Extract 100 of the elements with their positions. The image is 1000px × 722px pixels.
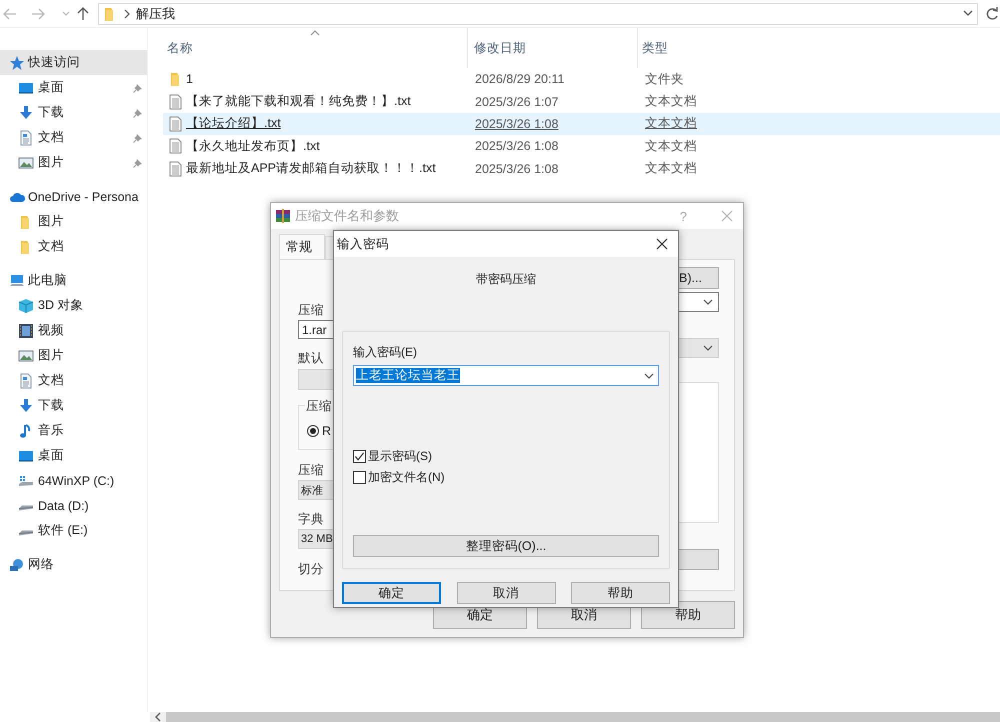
sidebar-item[interactable]: 音乐 (0, 418, 147, 443)
parameters-button[interactable] (677, 549, 719, 570)
sidebar-item[interactable]: 图片 (0, 209, 147, 234)
download-arrow-icon (18, 104, 34, 120)
sidebar-item[interactable]: 图片 (0, 343, 147, 368)
dialog-button[interactable]: 帮助 (641, 601, 735, 629)
chevron-down-icon (703, 345, 713, 351)
dialog-button[interactable]: 帮助 (571, 582, 670, 604)
file-type: 文本文档 (645, 93, 697, 110)
document-icon (18, 372, 34, 388)
scroll-left-icon[interactable] (154, 712, 162, 722)
dialog-button[interactable]: 确定 (342, 582, 441, 604)
checkbox-label[interactable]: 加密文件名(N) (368, 468, 445, 486)
dialog-heading: 带密码压缩 (475, 271, 537, 288)
file-name: 1 (186, 72, 193, 86)
address-bar[interactable]: 解压我 (98, 2, 978, 24)
radio-button[interactable] (307, 425, 319, 437)
sidebar-item[interactable]: 图片 (0, 150, 147, 175)
sidebar-item[interactable]: 此电脑 (0, 268, 147, 293)
sidebar-item[interactable]: 网络 (0, 552, 147, 577)
image-icon (18, 348, 34, 364)
sidebar-item[interactable]: Data (D:) (0, 493, 147, 518)
document-icon (18, 130, 34, 146)
text-file-icon (168, 94, 184, 110)
up-arrow-icon[interactable] (77, 6, 89, 20)
file-row[interactable]: 【永久地址发布页】.txt 2025/3/26 1:08 文本文档 (163, 135, 1000, 158)
close-icon[interactable] (656, 238, 668, 250)
window-title: 输入密码 (337, 236, 389, 252)
drive-icon (18, 530, 34, 536)
file-row[interactable]: 1 2026/8/29 20:11 文件夹 (163, 68, 1000, 90)
file-row[interactable]: 【论坛介绍】.txt 2025/3/26 1:08 文本文档 (163, 112, 1000, 136)
method-dropdown[interactable]: 标准 (298, 480, 334, 500)
modified-date: 2025/3/26 1:08 (475, 139, 558, 154)
drive-icon (18, 504, 34, 510)
sidebar-item[interactable]: 3D 对象 (0, 293, 147, 318)
column-header[interactable]: 类型 (638, 28, 668, 68)
field-label: 默认 (298, 351, 325, 365)
sidebar-item[interactable]: 桌面 (0, 443, 147, 468)
sidebar-item[interactable]: 视频 (0, 318, 147, 343)
file-type: 文件夹 (645, 70, 684, 88)
sidebar-item[interactable]: 下载 (0, 100, 147, 125)
sidebar-item[interactable]: 桌面 (0, 75, 147, 100)
column-header[interactable]: 修改日期 (468, 28, 638, 68)
cube-icon (18, 298, 34, 314)
modified-date: 2025/3/26 1:08 (475, 116, 558, 131)
organize-passwords-button[interactable]: 整理密码(O)... (353, 535, 659, 557)
field-label: 切分 (298, 562, 325, 576)
path-segment[interactable]: 解压我 (136, 4, 175, 22)
sidebar-item[interactable]: 64WinXP (C:) (0, 468, 147, 493)
refresh-icon[interactable] (985, 6, 999, 20)
star-icon (9, 54, 25, 70)
checkbox[interactable] (353, 450, 366, 462)
modified-date: 2025/3/26 1:08 (475, 162, 558, 176)
download-arrow-icon (18, 398, 34, 414)
dictionary-dropdown[interactable]: 32 MB (298, 529, 334, 549)
dialog-button[interactable]: 取消 (456, 582, 556, 604)
column-header[interactable]: 名称 (163, 28, 468, 68)
breadcrumb-chevron-icon (124, 8, 130, 18)
file-type: 文本文档 (645, 115, 697, 132)
text-file-icon (168, 160, 184, 177)
file-name: 最新地址及APP请发邮箱自动获取！！！.txt (186, 160, 436, 178)
file-name: 【论坛介绍】.txt (186, 115, 281, 132)
sidebar-item[interactable]: OneDrive - Persona (0, 184, 147, 209)
image-icon (18, 154, 34, 170)
password-field[interactable]: 上老王论坛当老王 (353, 365, 659, 386)
sidebar-item[interactable]: 文档 (0, 368, 147, 393)
text-file-icon (168, 138, 184, 154)
network-icon (9, 556, 25, 572)
options-dropdown[interactable] (677, 338, 719, 358)
file-type: 文本文档 (645, 138, 697, 155)
sidebar-item[interactable]: 快速访问 (0, 50, 147, 75)
sidebar-item[interactable]: 软件 (E:) (0, 518, 147, 543)
modified-date: 2025/3/26 1:07 (475, 94, 558, 109)
radio-label[interactable]: R (322, 424, 332, 438)
profile-dropdown[interactable] (298, 369, 334, 390)
modified-date: 2026/8/29 20:11 (475, 72, 564, 86)
checkbox-label[interactable]: 显示密码(S) (368, 448, 432, 464)
field-label: 压缩 (298, 463, 325, 477)
update-mode-dropdown[interactable] (677, 292, 719, 312)
field-label: 输入密码(E) (353, 344, 418, 361)
dropdown-chevron-icon[interactable] (963, 10, 973, 17)
browse-button[interactable]: B)... (677, 267, 719, 289)
archive-name-field[interactable]: 1.rar (298, 320, 334, 339)
horizontal-scrollbar[interactable] (150, 712, 1000, 722)
sidebar-item[interactable]: 文档 (0, 234, 147, 259)
sidebar-item[interactable]: 文档 (0, 125, 147, 150)
checkbox[interactable] (353, 470, 366, 484)
sidebar-item[interactable]: 下载 (0, 393, 147, 418)
file-row[interactable]: 【来了就能下载和观看！纯免费！】.txt 2025/3/26 1:07 文本文档 (163, 90, 1000, 113)
computer-icon (9, 272, 25, 288)
field-label: 字典 (298, 512, 325, 526)
file-row[interactable]: 最新地址及APP请发邮箱自动获取！！！.txt 2025/3/26 1:08 文本文档 (163, 158, 1000, 180)
file-name: 【永久地址发布页】.txt (186, 138, 320, 155)
text-file-icon (168, 116, 184, 132)
file-name: 【来了就能下载和观看！纯免费！】.txt (186, 93, 411, 110)
chevron-down-icon (703, 299, 713, 305)
file-type: 文本文档 (645, 160, 697, 178)
checkmark-icon (354, 450, 365, 462)
film-icon (18, 322, 34, 338)
tab[interactable]: 常规 (279, 234, 325, 259)
